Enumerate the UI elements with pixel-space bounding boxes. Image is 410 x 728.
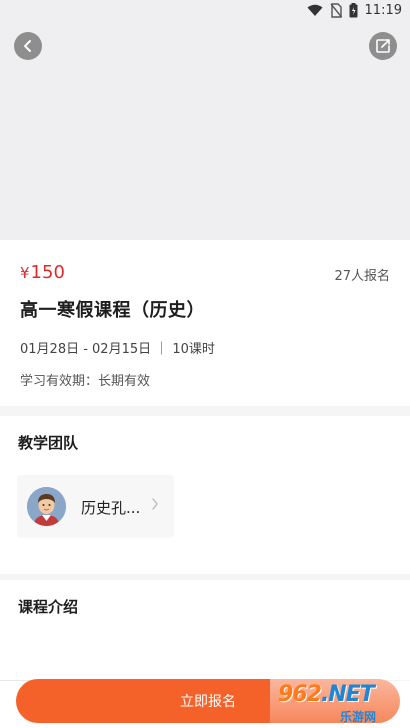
avatar-icon (27, 487, 66, 526)
status-time: 11:19 (364, 3, 402, 18)
watermark-cn: 乐游网 (340, 710, 377, 724)
course-banner (0, 24, 410, 240)
chevron-left-icon (24, 40, 31, 52)
course-intro-section (0, 580, 410, 680)
battery-icon (349, 3, 358, 18)
share-icon (376, 39, 390, 53)
enroll-count: 27人报名 (334, 269, 390, 284)
share-button[interactable] (369, 32, 397, 60)
watermark-number: 962 (278, 682, 322, 707)
watermark-logo: 962.NET 乐游网 (270, 678, 410, 728)
back-button[interactable] (14, 32, 42, 60)
price-value: 150 (30, 262, 65, 283)
course-validity: 学习有效期：长期有效 (20, 374, 151, 389)
watermark-suffix: .NET (320, 682, 375, 707)
chevron-right-icon (152, 498, 158, 510)
status-icons: 11:19 (307, 3, 402, 18)
teacher-card[interactable]: 历史孔... (17, 475, 174, 538)
course-dates: 01月28日 - 02月15日 ｜ 10课时 (20, 342, 215, 357)
course-price: ¥ 150 (20, 262, 65, 283)
teacher-name: 历史孔... (81, 499, 141, 517)
course-title: 高一寒假课程（历史） (20, 300, 205, 321)
no-sim-icon (329, 3, 342, 18)
status-bar: 11:19 (0, 0, 410, 24)
course-intro-title: 课程介绍 (18, 598, 79, 616)
teaching-team-title: 教学团队 (18, 434, 79, 452)
watermark-brand: 962.NET (278, 682, 375, 707)
teacher-avatar (27, 487, 66, 526)
wifi-icon (307, 4, 323, 16)
currency-symbol: ¥ (20, 264, 30, 282)
